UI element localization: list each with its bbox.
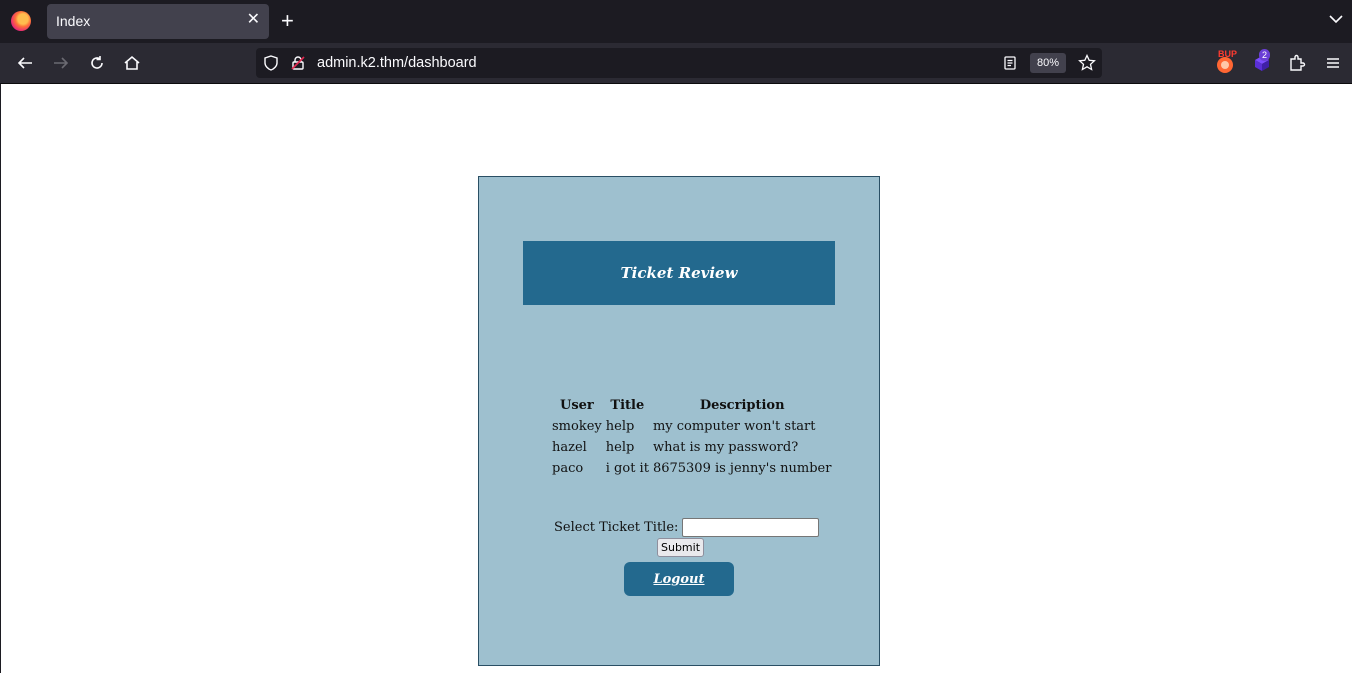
bookmark-star-icon[interactable] xyxy=(1078,54,1096,72)
home-button[interactable] xyxy=(121,52,143,74)
table-row: smokey help my computer won't start xyxy=(550,416,833,437)
back-arrow-icon xyxy=(17,57,32,69)
page-title: Ticket Review xyxy=(620,264,738,282)
cell-description: my computer won't start xyxy=(652,419,816,434)
cell-description: what is my password? xyxy=(652,440,799,455)
logout-button[interactable]: Logout xyxy=(624,562,734,596)
hamburger-menu-icon xyxy=(1327,58,1339,68)
firefox-logo-icon[interactable] xyxy=(11,11,31,31)
table-header-row: User Title Description xyxy=(550,397,833,416)
forward-button[interactable] xyxy=(50,52,72,74)
tab-close-icon[interactable]: ✕ xyxy=(247,11,260,29)
tickets-table: User Title Description smokey help my co… xyxy=(550,397,833,479)
table-row: hazel help what is my password? xyxy=(550,437,833,458)
zoom-level-button[interactable]: 80% xyxy=(1030,53,1066,73)
column-header-user: User xyxy=(559,398,594,413)
navigation-bar: admin.k2.thm/dashboard 80% BUP xyxy=(0,43,1352,84)
ticket-title-label: Select Ticket Title: xyxy=(554,520,679,535)
cell-title: i got it xyxy=(605,461,649,476)
forward-arrow-icon xyxy=(54,57,69,69)
logout-link[interactable]: Logout xyxy=(653,572,704,587)
cell-user: hazel xyxy=(552,440,587,455)
insecure-lock-icon[interactable] xyxy=(290,55,306,71)
back-button[interactable] xyxy=(14,52,36,74)
url-bar[interactable]: admin.k2.thm/dashboard 80% xyxy=(256,48,1102,78)
cell-description: 8675309 is jenny's number xyxy=(652,461,832,476)
burp-extension-button[interactable]: BUP xyxy=(1214,49,1238,74)
submit-button[interactable]: Submit xyxy=(657,538,705,557)
table-row: paco i got it 8675309 is jenny's number xyxy=(550,458,833,479)
column-header-description: Description xyxy=(699,398,785,413)
cell-title: help xyxy=(605,440,635,455)
extensions-button[interactable] xyxy=(1286,52,1308,74)
cell-user: paco xyxy=(552,461,584,476)
reload-button[interactable] xyxy=(86,52,108,74)
shield-icon[interactable] xyxy=(263,55,279,71)
ticket-review-panel: Ticket Review User Title Description smo… xyxy=(478,176,880,666)
cell-user: smokey xyxy=(552,419,602,434)
reader-view-icon[interactable] xyxy=(1002,55,1018,71)
reload-icon xyxy=(91,56,103,69)
puzzle-piece-icon xyxy=(1290,54,1306,71)
extension-badge-count: 2 xyxy=(1259,49,1271,61)
ticket-select-form: Select Ticket Title: xyxy=(554,518,820,537)
url-text[interactable]: admin.k2.thm/dashboard xyxy=(317,55,477,71)
column-header-title: Title xyxy=(610,398,645,413)
panel-header: Ticket Review xyxy=(523,241,835,305)
home-icon xyxy=(124,55,140,70)
tab-bar: Index ✕ + xyxy=(0,0,1352,43)
cell-title: help xyxy=(605,419,635,434)
tab-index[interactable]: Index ✕ xyxy=(47,4,269,39)
tab-title: Index xyxy=(56,13,91,29)
ticket-title-input[interactable] xyxy=(682,518,820,537)
app-menu-button[interactable] xyxy=(1322,52,1344,74)
chevron-down-icon[interactable] xyxy=(1328,11,1344,27)
burp-label: BUP xyxy=(1218,49,1238,59)
new-tab-icon[interactable]: + xyxy=(281,9,294,33)
